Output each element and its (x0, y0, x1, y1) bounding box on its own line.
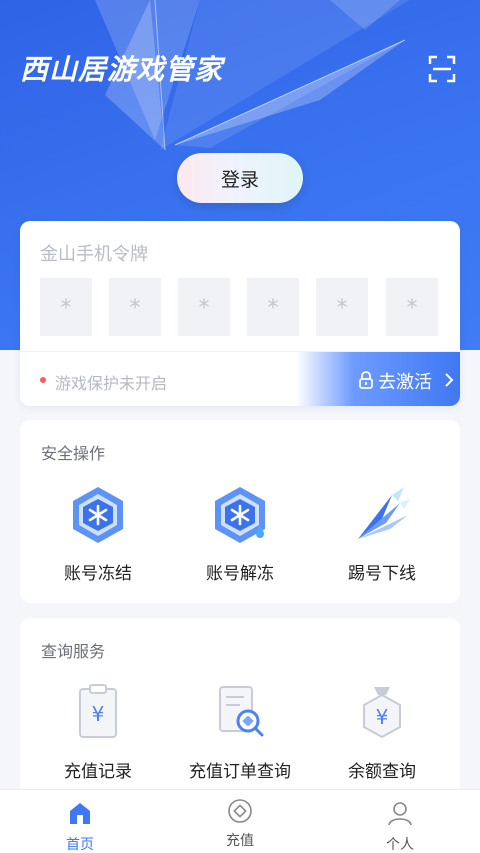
kick-offline-icon (358, 487, 410, 539)
tab-label: 首页 (66, 837, 94, 853)
kick-offline-button[interactable]: 踢号下线 (312, 485, 452, 595)
order-query-button[interactable]: 充值订单查询 (170, 683, 310, 793)
app-title: 西山居游戏管家 (20, 53, 224, 86)
recharge-record-icon: ¥ (79, 684, 117, 738)
svg-text:¥: ¥ (92, 702, 105, 726)
unfreeze-account-button[interactable]: 账号解冻 (170, 485, 310, 595)
protection-status-bar: 游戏保护未开启 去激活 (20, 351, 460, 406)
section-title: 查询服务 (41, 642, 106, 661)
security-operations-card: 安全操作 账号冻结 账号解冻 踢号下线 (20, 420, 460, 603)
token-digit: * (316, 278, 368, 336)
phone-token-card: 金山手机令牌 * * * * * * 游戏保护未开启 去激活 (20, 221, 460, 406)
scan-icon[interactable] (428, 55, 456, 83)
op-label: 踢号下线 (348, 564, 416, 584)
recharge-icon (228, 799, 252, 823)
token-digit: * (109, 278, 161, 336)
freeze-account-button[interactable]: 账号冻结 (28, 485, 168, 595)
activate-button[interactable]: 去激活 (296, 352, 460, 406)
tab-personal[interactable]: 个人 (320, 790, 480, 853)
token-digits: * * * * * * (40, 278, 440, 336)
op-label: 账号冻结 (64, 564, 132, 584)
tab-label: 充值 (226, 833, 254, 849)
token-title: 金山手机令牌 (40, 244, 148, 265)
op-label: 充值记录 (64, 762, 132, 782)
query-services-card: 查询服务 ¥ 充值记录 充值订单查询 ¥ 余额查询 (20, 618, 460, 818)
op-label: 余额查询 (348, 762, 416, 782)
home-icon (70, 803, 90, 824)
tab-recharge[interactable]: 充值 (160, 790, 320, 853)
recharge-record-button[interactable]: ¥ 充值记录 (28, 683, 168, 793)
unfreeze-account-icon (215, 487, 265, 543)
tab-home[interactable]: 首页 (0, 790, 160, 853)
protection-status-text: 游戏保护未开启 (55, 374, 168, 393)
svg-text:¥: ¥ (376, 705, 389, 729)
balance-query-icon: ¥ (363, 687, 401, 739)
freeze-account-icon (73, 487, 123, 543)
token-digit: * (178, 278, 230, 336)
lock-icon (359, 371, 373, 389)
order-query-icon (219, 686, 264, 737)
bottom-tab-bar: 首页 充值 个人 (0, 789, 480, 853)
status-dot (40, 377, 46, 383)
user-icon (388, 802, 412, 826)
login-button[interactable]: 登录 (177, 153, 303, 203)
tab-label: 个人 (386, 837, 414, 853)
op-label: 账号解冻 (206, 564, 274, 584)
token-digit: * (247, 278, 299, 336)
op-label: 充值订单查询 (189, 762, 291, 782)
token-digit: * (386, 278, 438, 336)
chevron-right-icon (445, 373, 454, 387)
token-digit: * (40, 278, 92, 336)
activate-label: 去激活 (378, 372, 432, 393)
balance-query-button[interactable]: ¥ 余额查询 (312, 683, 452, 793)
section-title: 安全操作 (41, 444, 106, 463)
